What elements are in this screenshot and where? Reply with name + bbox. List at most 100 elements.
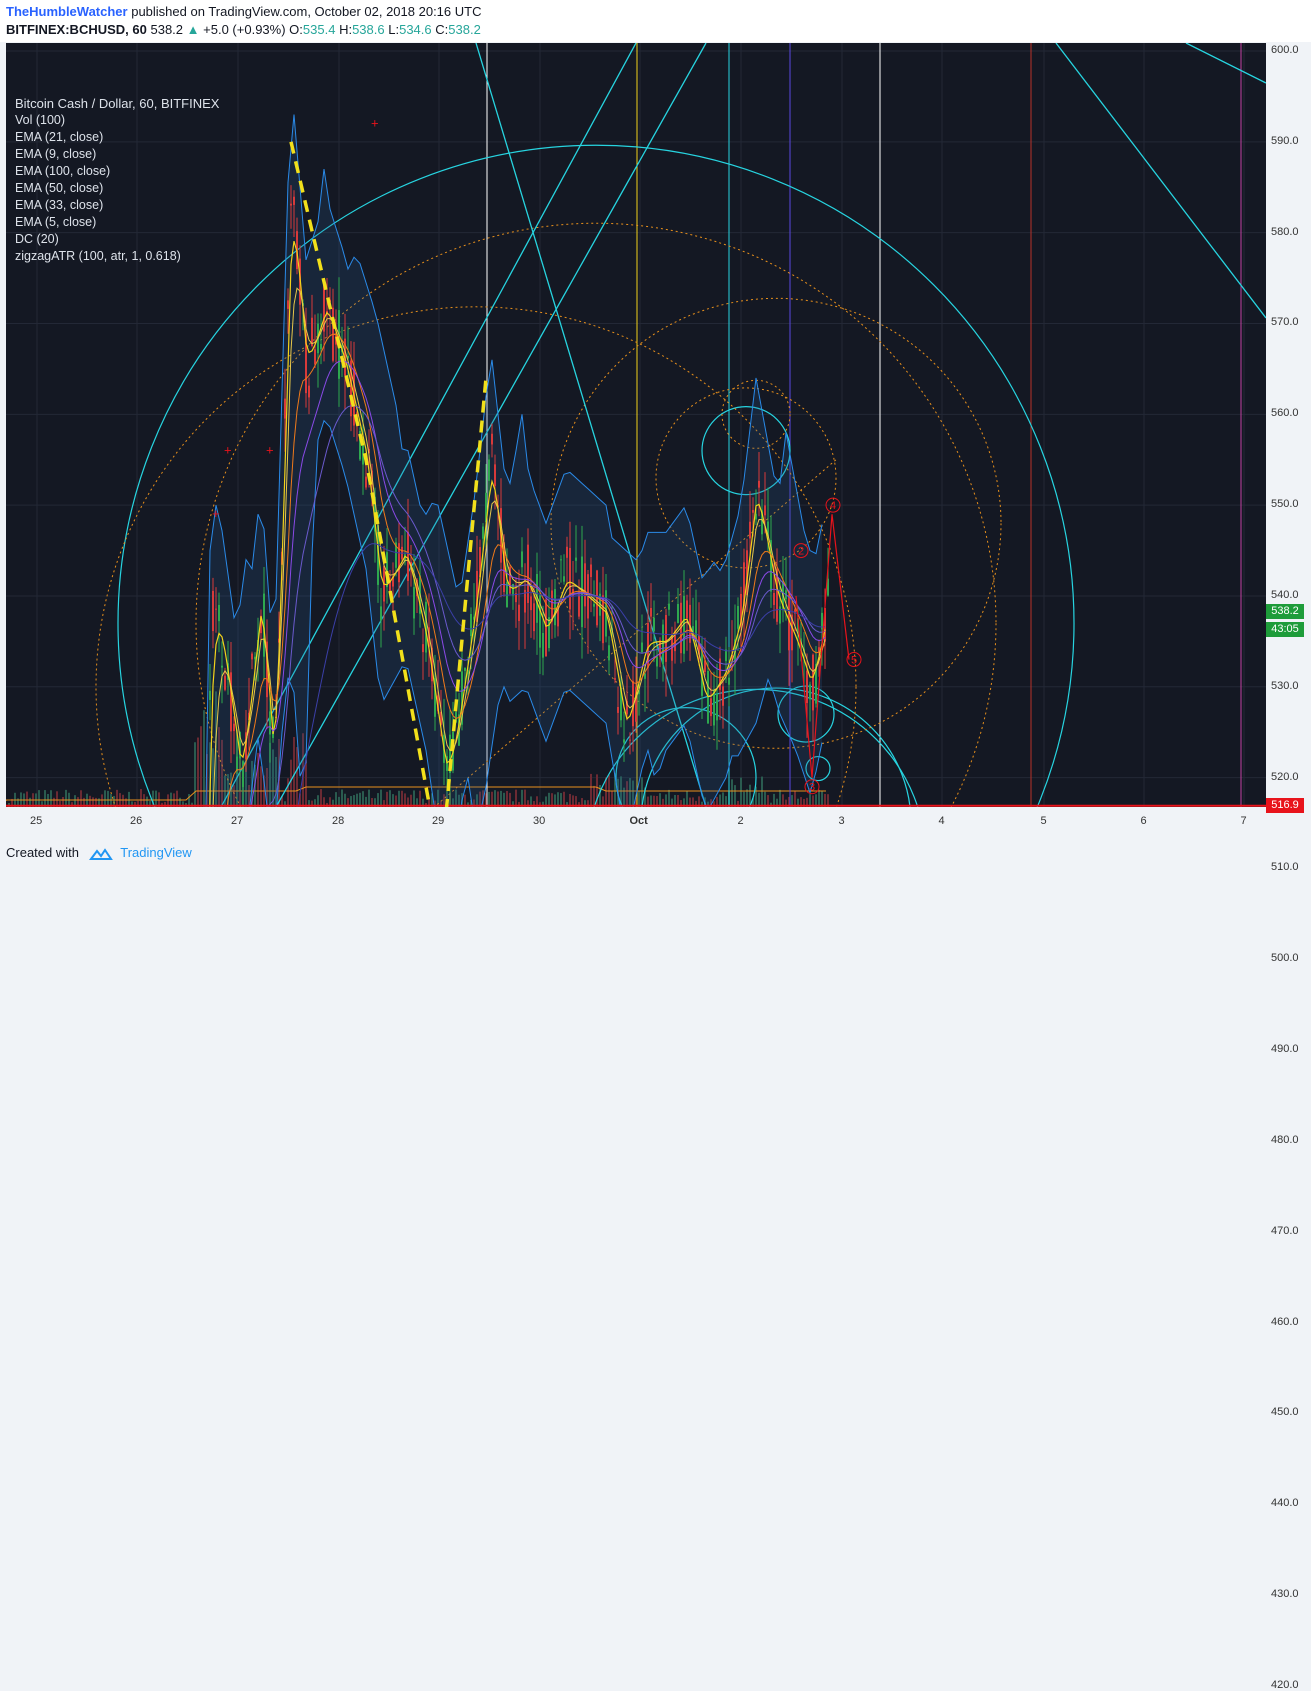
volume-bar (116, 789, 118, 807)
open-label: O: (289, 22, 303, 37)
time-tick-label: 7 (1240, 815, 1247, 827)
legend-title: Bitcoin Cash / Dollar, 60, BITFINEX (15, 96, 220, 111)
candle-body (530, 596, 532, 611)
volume-bar (65, 789, 67, 807)
volume-bar (362, 791, 364, 807)
symbol-name: BITFINEX:BCHUSD, 60 (6, 22, 147, 37)
price-tick-label: 490.0 (1271, 1043, 1299, 1056)
volume-bar (80, 790, 82, 807)
candle-body (224, 675, 226, 690)
candle-body (716, 693, 718, 721)
author-link[interactable]: TheHumbleWatcher (6, 4, 128, 19)
candle-body (314, 349, 316, 365)
tradingview-logo-icon (88, 847, 113, 860)
low-label: L: (388, 22, 400, 37)
time-axis[interactable]: 25 26 27 28 29 30 Oct 2 3 4 5 6 7 (6, 807, 1266, 833)
legend-indicator[interactable]: EMA (50, close) (15, 180, 219, 197)
volume-bar (194, 742, 196, 807)
candle-body (494, 464, 496, 486)
wave-label: 3 (809, 782, 815, 794)
candle-body (593, 603, 595, 607)
time-tick-label: 27 (231, 815, 244, 827)
candle-body (527, 544, 529, 603)
volume-bar (521, 789, 523, 807)
candle-body (560, 559, 562, 561)
legend-indicator[interactable]: EMA (100, close) (15, 163, 219, 180)
candle-body (209, 690, 211, 700)
volume-bar (779, 789, 781, 807)
candle-body (422, 644, 424, 653)
candle-body (413, 587, 415, 619)
legend-indicator[interactable]: EMA (9, close) (15, 146, 219, 163)
candle-body (641, 642, 643, 653)
candle-body (293, 196, 295, 205)
high-value: 538.6 (352, 22, 385, 37)
candle-body (806, 670, 808, 704)
legend-indicator[interactable]: zigzagATR (100, atr, 1, 0.618) (15, 248, 219, 265)
close-label: C: (435, 22, 449, 37)
volume-bar (668, 789, 670, 807)
candle-body (464, 667, 466, 671)
time-tick-label: Oct (629, 815, 648, 827)
legend-indicator[interactable]: EMA (5, close) (15, 214, 219, 231)
legend-indicator[interactable]: EMA (21, close) (15, 129, 219, 146)
candle-body (470, 614, 472, 637)
trend-line (1055, 43, 1266, 319)
volume-bar (821, 791, 823, 807)
candle-body (737, 606, 739, 629)
candle-body (506, 582, 508, 607)
volume-bar (380, 789, 382, 807)
time-tick-label: 2 (737, 815, 744, 827)
candle-body (221, 665, 223, 668)
volume-bar (494, 790, 496, 807)
candle-body (212, 590, 214, 632)
legend-indicator[interactable]: EMA (33, close) (15, 197, 219, 214)
candle-body (650, 608, 652, 617)
indicator-legend: Bitcoin Cash / Dollar, 60, BITFINEX Vol … (15, 95, 219, 265)
price-axis[interactable]: 600.0 590.0 580.0 570.0 560.0 550.0 540.0 530.0… (1266, 43, 1311, 1691)
volume-bar (818, 789, 820, 807)
volume-bar (557, 792, 559, 807)
candle-body (578, 594, 580, 617)
legend-indicator[interactable]: Vol (100) (15, 112, 219, 129)
volume-bar (50, 790, 52, 807)
candle-body (215, 608, 217, 610)
candle-body (407, 531, 409, 581)
volume-bar (140, 789, 142, 807)
candle-body (569, 547, 571, 610)
signal-cross-marker: + (212, 506, 220, 521)
candle-body (521, 551, 523, 568)
candle-body (656, 656, 658, 667)
volume-bar (515, 789, 517, 807)
time-tick-label: 29 (432, 815, 445, 827)
price-tick-label: 550.0 (1271, 498, 1299, 511)
volume-bar (26, 791, 28, 807)
candle-body (812, 654, 814, 711)
candle-body (533, 603, 535, 632)
time-tick-label: 5 (1040, 815, 1047, 827)
volume-bar (296, 747, 298, 807)
candle-body (809, 684, 811, 700)
candle-body (713, 690, 715, 726)
wave-label: 5 (851, 655, 857, 667)
candle-body (749, 521, 751, 539)
symbol-info-row: BITFINEX:BCHUSD, 60 538.2 ▲ +5.0 (+0.93%… (6, 22, 481, 37)
candle-body (242, 761, 244, 788)
candle-body (218, 604, 220, 622)
volume-bar (731, 779, 733, 807)
candle-body (545, 599, 547, 657)
chart-pane[interactable]: ++++ 011.61822.6183.6185STOPMICRO WAVE23… (6, 43, 1266, 807)
volume-bar (419, 790, 421, 807)
price-tick-label: 580.0 (1271, 225, 1299, 238)
volume-bar (197, 737, 199, 807)
legend-indicator[interactable]: DC (20) (15, 231, 219, 248)
candle-body (236, 756, 238, 772)
tradingview-brand-link[interactable]: TradingView (120, 845, 192, 860)
volume-bar (386, 791, 388, 807)
price-tick-label: 570.0 (1271, 316, 1299, 329)
candle-body (311, 317, 313, 347)
trend-line (1185, 43, 1266, 84)
high-label: H: (339, 22, 353, 37)
signal-cross-marker: + (224, 443, 232, 458)
volume-bar (200, 726, 202, 807)
